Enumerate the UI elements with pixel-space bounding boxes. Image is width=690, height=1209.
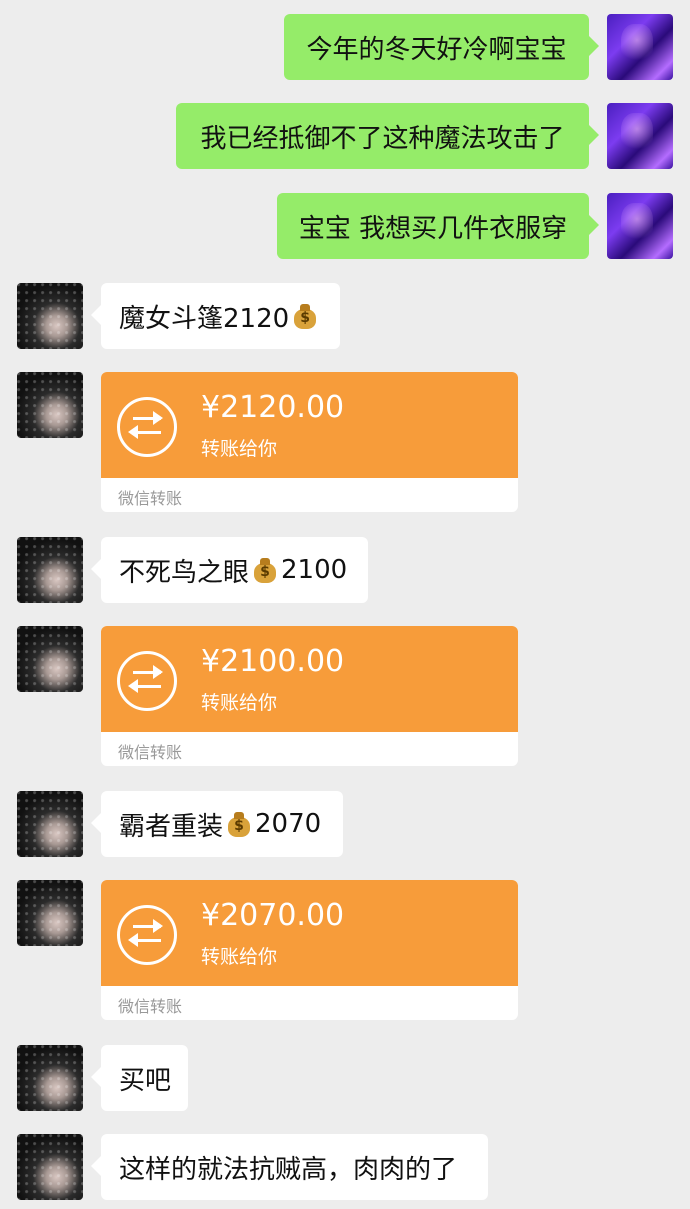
transfer-footer: 微信转账 (118, 743, 183, 762)
transfer-icon (117, 397, 177, 457)
money-bag-icon (253, 557, 277, 583)
transfer-amount: ¥2120.00 (201, 390, 345, 425)
transfer-note: 转账给你 (201, 692, 278, 714)
transfer-card[interactable]: ¥2070.00 转账给你 微信转账 (101, 880, 518, 1020)
friend-avatar[interactable] (17, 626, 83, 692)
transfer-note: 转账给你 (201, 946, 278, 968)
friend-avatar[interactable] (17, 1045, 83, 1111)
message-text: 我已经抵御不了这种魔法攻击了 (200, 123, 565, 154)
my-avatar[interactable] (607, 193, 673, 259)
message-text: 不死鸟之眼 (119, 557, 250, 588)
my-avatar[interactable] (607, 14, 673, 80)
received-message-bubble[interactable]: 买吧 (91, 1045, 188, 1111)
transfer-note: 转账给你 (201, 438, 278, 460)
transfer-icon (117, 905, 177, 965)
money-bag-icon (293, 303, 317, 329)
transfer-footer: 微信转账 (118, 489, 183, 508)
transfer-icon (117, 651, 177, 711)
friend-avatar[interactable] (17, 537, 83, 603)
friend-avatar[interactable] (17, 880, 83, 946)
message-text-suffix: 2070 (255, 809, 322, 839)
sent-message-bubble[interactable]: 今年的冬天好冷啊宝宝 (284, 14, 599, 80)
sent-message-bubble[interactable]: 宝宝 我想买几件衣服穿 (277, 193, 599, 259)
message-text: 买吧 (119, 1065, 172, 1096)
my-avatar[interactable] (607, 103, 673, 169)
transfer-card[interactable]: ¥2120.00 转账给你 微信转账 (101, 372, 518, 512)
received-message-bubble[interactable]: 这样的就法抗贼高，肉肉的了 (91, 1134, 488, 1200)
transfer-amount: ¥2100.00 (201, 644, 345, 679)
received-message-bubble[interactable]: 魔女斗篷2120 (91, 283, 340, 349)
message-text: 今年的冬天好冷啊宝宝 (306, 34, 567, 65)
friend-avatar[interactable] (17, 791, 83, 857)
message-text: 魔女斗篷2120 (119, 303, 290, 334)
message-text: 这样的就法抗贼高，肉肉的了 (119, 1154, 458, 1185)
message-text: 宝宝 我想买几件衣服穿 (298, 213, 568, 244)
message-text: 霸者重装 (119, 811, 224, 842)
received-message-bubble[interactable]: 不死鸟之眼 2100 (91, 537, 368, 603)
sent-message-bubble[interactable]: 我已经抵御不了这种魔法攻击了 (176, 103, 599, 169)
received-message-bubble[interactable]: 霸者重装 2070 (91, 791, 343, 857)
transfer-footer: 微信转账 (118, 997, 183, 1016)
money-bag-icon (227, 811, 251, 837)
friend-avatar[interactable] (17, 283, 83, 349)
friend-avatar[interactable] (17, 1134, 83, 1200)
transfer-amount: ¥2070.00 (201, 898, 345, 933)
message-text-suffix: 2100 (281, 555, 348, 585)
friend-avatar[interactable] (17, 372, 83, 438)
transfer-card[interactable]: ¥2100.00 转账给你 微信转账 (101, 626, 518, 766)
